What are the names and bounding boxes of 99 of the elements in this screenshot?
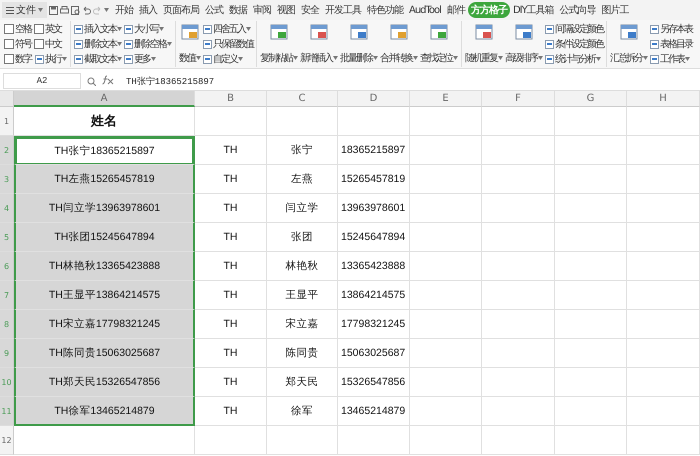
column-header[interactable]: F <box>482 91 555 107</box>
toolbar-button[interactable]: 条件设定颜色 <box>544 37 604 51</box>
table-cell: 林艳秋 <box>267 252 338 281</box>
ribbon-button[interactable]: 复制粘贴 <box>259 21 299 67</box>
table-cell: TH <box>195 310 267 339</box>
ribbon-tab[interactable]: 插入 <box>136 2 160 18</box>
ribbon-tab[interactable]: 视图 <box>274 2 298 18</box>
checkbox[interactable]: 符号 <box>4 37 34 51</box>
table-cell: 张宁 <box>267 136 338 165</box>
formula-field[interactable]: TH张宁18365215897 <box>126 74 214 88</box>
toolbar-button[interactable]: 只保留数值 <box>202 37 254 51</box>
row-header[interactable]: 1 <box>0 107 14 136</box>
toolbar-button[interactable]: 删除空格 <box>123 37 173 51</box>
table-cell: 18365215897 <box>338 136 410 165</box>
table-cell: TH郑天民15326547856 <box>14 368 195 397</box>
toolbar-button[interactable]: 表格目录 <box>649 37 693 51</box>
table-cell: TH张宁18365215897 <box>14 136 195 165</box>
ribbon-button[interactable]: 随机重复 <box>464 21 504 67</box>
table-cell: TH <box>195 397 267 426</box>
ribbon-tab[interactable]: 图片工 <box>598 2 632 18</box>
toolbar-button[interactable]: 大小写 <box>123 22 173 36</box>
column-header[interactable]: C <box>267 91 338 107</box>
table-cell: TH闫立学13963978601 <box>14 194 195 223</box>
toolbar-button[interactable]: 删除文本 <box>73 37 123 51</box>
table-cell: 15245647894 <box>338 223 410 252</box>
ribbon-tab[interactable]: 页面布局 <box>160 2 202 18</box>
table-cell: 15326547856 <box>338 368 410 397</box>
ribbon-button[interactable]: 查找定位 <box>419 21 459 67</box>
table-cell: 15063025687 <box>338 339 410 368</box>
column-header[interactable]: H <box>627 91 700 107</box>
ribbon-tab[interactable]: 邮件 <box>444 2 468 18</box>
table-cell: TH张团15245647894 <box>14 223 195 252</box>
table-cell: 13465214879 <box>338 397 410 426</box>
table-cell: 陈同贵 <box>267 339 338 368</box>
toolbar-button[interactable]: 执行 <box>34 52 68 66</box>
table-cell: TH <box>195 252 267 281</box>
column-header[interactable]: B <box>195 91 267 107</box>
toolbar-button[interactable]: 统计与分析 <box>544 52 604 66</box>
table-cell: 王显平 <box>267 281 338 310</box>
table-cell: TH林艳秋13365423888 <box>14 252 195 281</box>
toolbar-button[interactable]: 更多 <box>123 52 173 66</box>
table-cell: TH <box>195 223 267 252</box>
ribbon-tab[interactable]: AudTool <box>406 2 444 18</box>
toolbar-button[interactable]: 四舍五入 <box>202 22 254 36</box>
toolbar-button[interactable]: 工作表 <box>649 52 693 66</box>
table-cell: TH <box>195 136 267 165</box>
ribbon-tab[interactable]: 安全 <box>298 2 322 18</box>
file-menu-button[interactable]: 文件 <box>2 2 47 18</box>
column-header[interactable]: D <box>338 91 410 107</box>
ribbon-button[interactable]: 批量删除 <box>339 21 379 67</box>
table-cell: 宋立嘉 <box>267 310 338 339</box>
row-header[interactable]: 12 <box>0 426 14 455</box>
ribbon-tab[interactable]: 公式 <box>202 2 226 18</box>
toolbar-button[interactable]: 另存本表 <box>649 22 693 36</box>
ribbon-tab[interactable]: 公式向导 <box>556 2 599 18</box>
table-cell: 15265457819 <box>338 165 410 194</box>
table-cell: 徐军 <box>267 397 338 426</box>
table-cell: 闫立学 <box>267 194 338 223</box>
toolbar-button[interactable]: 间隔设定颜色 <box>544 22 604 36</box>
ribbon-tab[interactable]: 特色功能 <box>364 2 406 18</box>
table-cell: 13864214575 <box>338 281 410 310</box>
table-cell: TH徐军13465214879 <box>14 397 195 426</box>
table-cell: 13963978601 <box>338 194 410 223</box>
column-header[interactable]: E <box>410 91 482 107</box>
ribbon-tab[interactable]: DIY工具箱 <box>510 2 557 18</box>
table-cell: TH宋立嘉17798321245 <box>14 310 195 339</box>
table-cell: 17798321245 <box>338 310 410 339</box>
table-cell: 张团 <box>267 223 338 252</box>
table-cell: 郑天民 <box>267 368 338 397</box>
ribbon-button[interactable]: 高级排序 <box>504 21 544 67</box>
table-cell: TH左燕15265457819 <box>14 165 195 194</box>
column-header[interactable]: G <box>555 91 627 107</box>
toolbar-button[interactable]: 截取文本 <box>73 52 123 66</box>
table-cell: TH <box>195 281 267 310</box>
table-cell: 左燕 <box>267 165 338 194</box>
ribbon-tab[interactable]: 开发工具 <box>322 2 364 18</box>
checkbox[interactable]: 中文 <box>34 37 68 51</box>
ribbon-button[interactable]: 新增插入 <box>299 21 339 67</box>
checkbox[interactable]: 数字 <box>4 52 34 66</box>
table-cell: TH <box>195 194 267 223</box>
checkbox[interactable]: 英文 <box>34 22 68 36</box>
table-cell: TH <box>195 165 267 194</box>
toolbar-button[interactable]: 自定义 <box>202 52 254 66</box>
table-cell: 姓名 <box>14 107 195 136</box>
table-cell: 13365423888 <box>338 252 410 281</box>
table-cell: TH <box>195 339 267 368</box>
table-cell: TH <box>195 368 267 397</box>
ribbon-tab[interactable]: 审阅 <box>250 2 274 18</box>
checkbox[interactable]: 空格 <box>4 22 34 36</box>
ribbon-button[interactable]: 汇总拆分 <box>609 21 649 67</box>
ribbon-button[interactable]: 合并转换 <box>379 21 419 67</box>
table-cell: TH王显平13864214575 <box>14 281 195 310</box>
name-box[interactable]: A2 <box>3 73 81 89</box>
toolbar-button[interactable]: 插入文本 <box>73 22 123 36</box>
ribbon-tab[interactable]: 开始 <box>112 2 136 18</box>
ribbon-button[interactable]: 数值 <box>178 21 202 67</box>
column-header[interactable]: A <box>14 91 195 107</box>
ribbon-tab[interactable]: 数据 <box>226 2 250 18</box>
table-cell: TH陈同贵15063025687 <box>14 339 195 368</box>
